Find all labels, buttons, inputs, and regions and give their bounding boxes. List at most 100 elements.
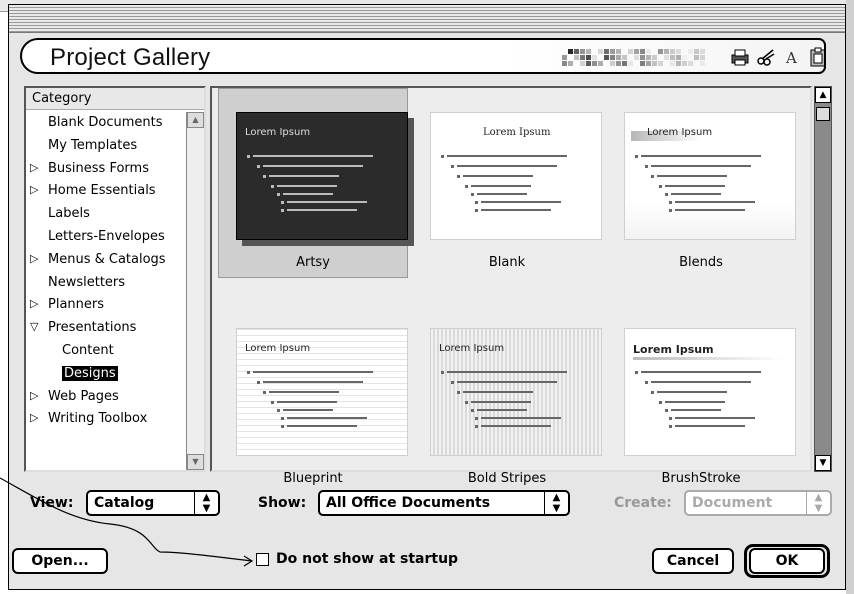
thumbnail-text-line [477, 193, 527, 195]
disclosure-closed-icon[interactable]: ▷ [30, 252, 38, 265]
category-item-label: Letters-Envelopes [48, 228, 165, 244]
disclosure-closed-icon[interactable]: ▷ [30, 411, 38, 424]
thumbnail-bullet [669, 201, 672, 204]
startup-checkbox[interactable] [256, 553, 269, 566]
category-item[interactable]: ▷ Planners [26, 294, 186, 317]
category-item[interactable]: ▷ Menus & Catalogs [26, 249, 186, 272]
pixel-swatch [598, 49, 603, 54]
category-item[interactable]: ▷ Web Pages [26, 386, 186, 409]
template-thumbnail[interactable]: Lorem Ipsum [624, 328, 796, 456]
scroll-up-arrow-icon[interactable]: ▲ [815, 87, 831, 103]
background-window-edge [846, 0, 854, 594]
thumbnail-bullet [659, 185, 662, 188]
gallery-item-artsy[interactable]: Lorem Ipsum Artsy [218, 88, 408, 278]
category-item[interactable]: Labels [26, 203, 186, 226]
pixel-swatch [586, 61, 591, 66]
pixel-swatch [646, 49, 651, 54]
scroll-down-arrow-icon[interactable]: ▼ [815, 455, 831, 471]
scroll-down-arrow-icon[interactable]: ▼ [187, 454, 204, 470]
thumbnail-text-line [287, 201, 367, 203]
disclosure-closed-icon[interactable]: ▷ [30, 183, 38, 196]
gallery-item-brushstroke[interactable]: Lorem Ipsum BrushStroke [606, 304, 796, 494]
pixel-swatch [676, 49, 681, 54]
template-thumbnail[interactable]: Lorem Ipsum [430, 328, 602, 456]
category-item[interactable]: ▽ Presentations [26, 317, 186, 340]
thumbnail-bullet [277, 409, 280, 412]
thumbnail-bullet [271, 185, 274, 188]
thumbnail-text-line [277, 401, 337, 403]
gallery-scrollbar[interactable]: ▲ ▼ [814, 86, 832, 472]
category-item[interactable]: ▷ Writing Toolbox [26, 408, 186, 431]
thumbnail-bullet [281, 201, 284, 204]
pixel-swatch [628, 49, 633, 54]
pixel-swatch [586, 49, 591, 54]
thumbnail-text-line [641, 155, 761, 157]
open-button[interactable]: Open... [12, 548, 108, 574]
thumbnail-text-line [457, 381, 557, 383]
category-item-label: My Templates [48, 137, 138, 153]
scroll-thumb[interactable] [816, 107, 830, 121]
pixel-swatch [562, 55, 567, 60]
create-label: Create: [614, 495, 672, 511]
thumbnail-title: Lorem Ipsum [439, 343, 505, 354]
create-popup-value: Document [692, 495, 773, 511]
gallery-item-blends[interactable]: Lorem Ipsum Blends [606, 88, 796, 278]
category-item[interactable]: ▷ Business Forms [26, 158, 186, 181]
pixel-swatch [616, 55, 621, 60]
thumbnail-bullet [271, 401, 274, 404]
disclosure-closed-icon[interactable]: ▷ [30, 297, 38, 310]
pixel-swatch [622, 55, 627, 60]
ok-button[interactable]: OK [749, 548, 825, 574]
pixel-swatch [676, 55, 681, 60]
pixel-swatch [568, 49, 573, 54]
cancel-button[interactable]: Cancel [652, 548, 734, 574]
scroll-up-arrow-icon[interactable]: ▲ [187, 112, 204, 128]
category-item[interactable]: Content [26, 340, 186, 363]
disclosure-open-icon[interactable]: ▽ [30, 320, 38, 333]
template-thumbnail[interactable]: Lorem Ipsum [430, 112, 602, 240]
thumbnail-text-line [671, 193, 721, 195]
gallery-item-blank[interactable]: Lorem Ipsum Blank [412, 88, 602, 278]
thumbnail-bullet [451, 381, 454, 384]
thumbnail-text-line [263, 381, 363, 383]
pixel-swatch [652, 55, 657, 60]
pixel-swatch [610, 55, 615, 60]
window-titlebar[interactable] [9, 5, 845, 33]
gallery-banner: Project Gallery A [20, 38, 826, 74]
category-panel: Category Blank Documents My Templates ▷ Bus… [24, 86, 206, 472]
category-scrollbar[interactable]: ▲ ▼ [186, 112, 204, 470]
pixel-swatch [640, 49, 645, 54]
category-item[interactable]: Newsletters [26, 272, 186, 295]
template-thumbnail[interactable]: Lorem Ipsum [624, 112, 796, 240]
scissors-icon [756, 47, 776, 67]
thumbnail-text-line [463, 175, 533, 177]
thumbnail-bullet [263, 175, 266, 178]
create-popup[interactable]: Document ▲ ▼ [684, 490, 832, 516]
category-item[interactable]: ▷ Home Essentials [26, 180, 186, 203]
clipboard-icon [808, 47, 824, 67]
thumbnail-text-line [651, 165, 751, 167]
category-item[interactable]: Designs [26, 363, 186, 386]
category-item[interactable]: Blank Documents [26, 112, 186, 135]
view-popup[interactable]: Catalog ▲ ▼ [86, 490, 220, 516]
thumbnail-bullet [475, 425, 478, 428]
thumbnail-bullet [441, 155, 444, 158]
thumbnail-title: Lorem Ipsum [245, 343, 311, 354]
pixel-swatch [670, 49, 675, 54]
template-thumbnail[interactable]: Lorem Ipsum [236, 112, 408, 240]
pixel-swatch [694, 55, 699, 60]
category-item-label: Business Forms [48, 160, 149, 176]
thumbnail-text-line [287, 417, 367, 419]
disclosure-closed-icon[interactable]: ▷ [30, 161, 38, 174]
thumbnail-bullet [475, 201, 478, 204]
category-item[interactable]: My Templates [26, 135, 186, 158]
disclosure-closed-icon[interactable]: ▷ [30, 389, 38, 402]
show-popup[interactable]: All Office Documents ▲ ▼ [318, 490, 570, 516]
gallery-item-blueprint[interactable]: Lorem Ipsum Blueprint [218, 304, 408, 494]
thumbnail-text-line [269, 391, 339, 393]
template-thumbnail[interactable]: Lorem Ipsum [236, 328, 408, 456]
startup-checkbox-label[interactable]: Do not show at startup [276, 551, 458, 567]
gallery-item-label: BrushStroke [661, 471, 741, 486]
gallery-item-boldstripes[interactable]: Lorem Ipsum Bold Stripes [412, 304, 602, 494]
category-item[interactable]: Letters-Envelopes [26, 226, 186, 249]
